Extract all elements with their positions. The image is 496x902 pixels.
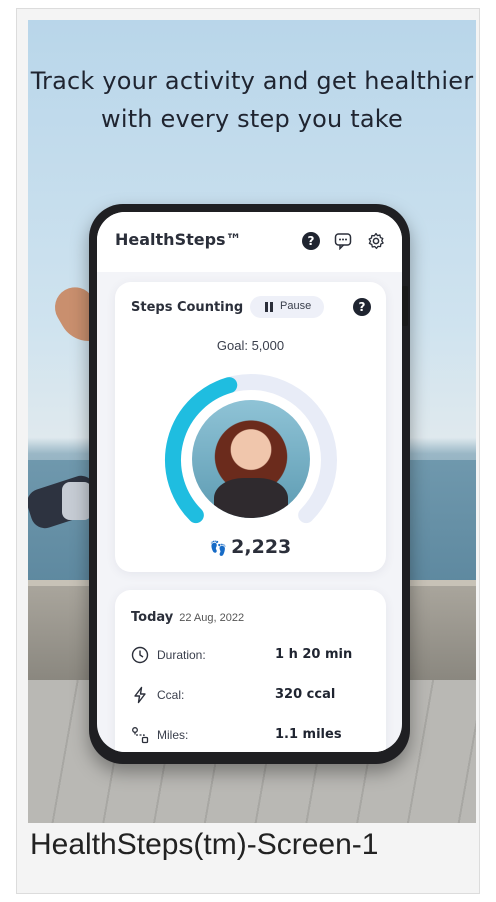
steps-help-icon[interactable]: ? [353,298,371,316]
avatar [192,400,310,518]
help-icon[interactable]: ? [302,232,320,250]
clock-icon [131,646,149,664]
image-caption: HealthSteps(tm)-Screen-1 [30,828,379,861]
stat-ccal: Ccal: 320 ccal [131,686,376,706]
stat-value: 1 h 20 min [275,647,353,662]
stat-label: Duration: [157,648,206,662]
route-icon [132,727,149,744]
runner-shoe [62,482,92,520]
today-header: Today 22 Aug, 2022 [131,610,244,625]
pause-label: Pause [280,300,312,312]
footprints-icon: 👣 [209,541,228,557]
stat-value: 320 ccal [275,687,336,702]
lightning-icon [134,686,146,704]
stat-label: Ccal: [157,688,185,702]
today-panel: Today 22 Aug, 2022 Duration: 1 h 20 min C… [115,590,386,752]
headline: Track your activity and get healthier wi… [30,67,474,133]
app-title: HealthSteps™ [115,230,242,249]
stat-miles: Miles: 1.1 miles [131,726,376,746]
settings-icon[interactable] [367,232,385,250]
pause-icon [265,302,268,312]
step-count-value: 2,223 [231,536,292,558]
pause-button[interactable]: Pause [250,296,324,318]
steps-panel: Steps Counting Pause ? Goal: 5,000 👣 2,22… [115,282,386,572]
phone-side-button [402,286,408,326]
steps-title: Steps Counting [131,300,244,315]
today-label: Today [131,610,174,625]
stat-duration: Duration: 1 h 20 min [131,646,376,666]
chat-icon[interactable] [334,232,352,251]
goal-label: Goal: 5,000 [216,338,285,353]
app-screen: HealthSteps™ ? Steps Counting Pause ? Go… [97,212,402,752]
stat-label: Miles: [157,728,189,742]
step-count: 👣 2,223 [115,536,386,558]
app-header: HealthSteps™ ? [97,212,402,272]
stat-value: 1.1 miles [275,727,342,742]
avatar-body [214,478,288,518]
today-date: 22 Aug, 2022 [179,612,245,624]
